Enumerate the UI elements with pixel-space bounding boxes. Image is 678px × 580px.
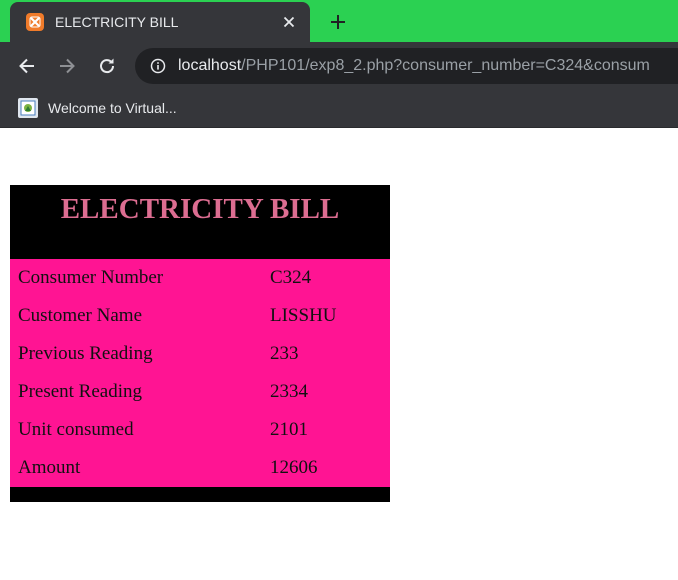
row-value: 2101 [270, 419, 308, 440]
row-label: Consumer Number [18, 267, 164, 288]
close-icon[interactable] [280, 13, 298, 31]
bookmark-item[interactable]: Welcome to Virtual... [18, 96, 177, 120]
url-host: localhost [178, 57, 242, 74]
browser-toolbar: localhost/PHP101/exp8_2.php?consumer_num… [0, 42, 678, 90]
bookmark-label: Welcome to Virtual... [48, 100, 177, 116]
row-value: C324 [270, 267, 312, 288]
bill-row-unit-consumed: Unit consumed 2101 [10, 411, 390, 449]
bill-title: ELECTRICITY BILL [60, 193, 340, 225]
row-label: Present Reading [18, 381, 143, 402]
bill-row-customer-name: Customer Name LISSHU [10, 297, 390, 335]
plus-icon[interactable] [326, 10, 350, 34]
electricity-bill-table: ELECTRICITY BILL Consumer Number C324 Cu… [10, 185, 390, 502]
bill-details: Consumer Number C324 Customer Name LISSH… [10, 259, 390, 487]
bill-row-amount: Amount 12606 [10, 449, 390, 487]
url-text: localhost/PHP101/exp8_2.php?consumer_num… [178, 57, 650, 75]
url-path: /PHP101/exp8_2.php?consumer_number=C324&… [241, 57, 650, 74]
row-label: Unit consumed [18, 419, 134, 440]
row-value: 2334 [270, 381, 308, 402]
row-value: 233 [270, 343, 299, 364]
reload-icon[interactable] [95, 54, 119, 78]
row-label: Previous Reading [18, 343, 153, 364]
address-bar[interactable]: localhost/PHP101/exp8_2.php?consumer_num… [135, 48, 678, 84]
row-label: Amount [18, 457, 81, 478]
tab-title: ELECTRICITY BILL [55, 14, 179, 30]
row-label: Customer Name [18, 305, 143, 326]
info-icon[interactable] [149, 57, 167, 75]
row-value: 12606 [270, 457, 318, 478]
back-arrow-icon[interactable] [15, 54, 39, 78]
bill-row-present-reading: Present Reading 2334 [10, 373, 390, 411]
tab-strip: ELECTRICITY BILL [0, 0, 678, 42]
row-value: LISSHU [270, 305, 337, 326]
bill-row-consumer-number: Consumer Number C324 [10, 259, 390, 297]
forward-arrow-icon[interactable] [55, 54, 79, 78]
bookmark-favicon-icon [18, 98, 38, 118]
xampp-favicon-icon [26, 13, 44, 31]
bookmarks-bar: Welcome to Virtual... [0, 90, 678, 128]
browser-tab[interactable]: ELECTRICITY BILL [10, 2, 310, 42]
bill-row-previous-reading: Previous Reading 233 [10, 335, 390, 373]
